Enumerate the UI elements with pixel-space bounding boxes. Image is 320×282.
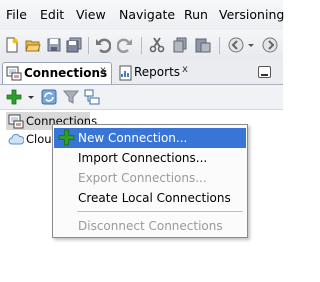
menu-item-label: Disconnect Connections	[78, 219, 223, 233]
menu-bar: File Edit View Navigate Run Versioning	[0, 0, 284, 30]
main-toolbar	[0, 30, 283, 61]
open-folder-icon[interactable]	[25, 37, 41, 53]
dropdown-arrow-icon[interactable]	[246, 37, 256, 53]
menu-navigate[interactable]: Navigate	[119, 7, 175, 22]
disconnect-connections-menu-item: Disconnect Connections	[54, 216, 246, 236]
paste-icon[interactable]	[195, 37, 211, 53]
tab-reports-label: Reports	[134, 65, 181, 79]
panel-tab-bar: Connections x Reports x	[0, 60, 283, 85]
redo-icon[interactable]	[117, 37, 133, 53]
back-icon[interactable]	[228, 37, 244, 53]
menu-edit[interactable]: Edit	[40, 7, 64, 22]
menu-item-label: Import Connections...	[78, 151, 208, 165]
menu-separator	[77, 211, 243, 212]
toolbar-separator	[141, 37, 142, 54]
schema-browser-icon[interactable]	[84, 89, 100, 105]
green-plus-icon	[58, 129, 75, 146]
tab-connections-label: Connections	[24, 66, 108, 80]
new-connection-menu-item[interactable]: New Connection...	[54, 128, 246, 148]
menu-run[interactable]: Run	[184, 7, 208, 22]
menu-item-label: New Connection...	[78, 131, 188, 145]
reports-icon	[119, 65, 132, 81]
add-icon[interactable]	[6, 89, 22, 105]
tab-connections[interactable]: Connections x	[2, 62, 112, 84]
cloud-icon	[8, 133, 24, 145]
minimize-panel-icon[interactable]	[258, 66, 271, 78]
menu-view[interactable]: View	[76, 7, 106, 22]
new-icon[interactable]	[4, 37, 20, 53]
menu-item-label: Export Connections...	[78, 171, 207, 185]
filter-icon[interactable]	[63, 89, 79, 105]
tab-connections-close-icon[interactable]: x	[100, 65, 106, 76]
save-icon[interactable]	[46, 37, 62, 53]
undo-icon[interactable]	[95, 37, 111, 53]
menu-file[interactable]: File	[6, 7, 27, 22]
tab-reports-close-icon[interactable]: x	[182, 64, 188, 75]
import-connections-menu-item[interactable]: Import Connections...	[54, 148, 246, 168]
tree-item-cloud[interactable]: Cloud	[6, 130, 59, 148]
forward-icon[interactable]	[262, 37, 278, 53]
tab-reports[interactable]: Reports x	[115, 62, 195, 84]
panel-toolbar	[0, 85, 283, 110]
cut-icon[interactable]	[149, 37, 165, 53]
toolbar-separator	[88, 37, 89, 54]
copy-icon[interactable]	[172, 37, 188, 53]
save-all-icon[interactable]	[66, 37, 82, 53]
export-connections-menu-item: Export Connections...	[54, 168, 246, 188]
refresh-icon[interactable]	[41, 89, 57, 105]
connections-icon	[6, 66, 22, 81]
toolbar-separator	[219, 37, 220, 54]
create-local-connections-menu-item[interactable]: Create Local Connections	[54, 188, 246, 208]
context-menu: New Connection... Import Connections... …	[52, 124, 248, 238]
add-dropdown-arrow-icon[interactable]	[26, 89, 36, 105]
menu-item-label: Create Local Connections	[78, 191, 231, 205]
connections-icon	[8, 114, 24, 129]
menu-versioning[interactable]: Versioning	[219, 7, 284, 22]
